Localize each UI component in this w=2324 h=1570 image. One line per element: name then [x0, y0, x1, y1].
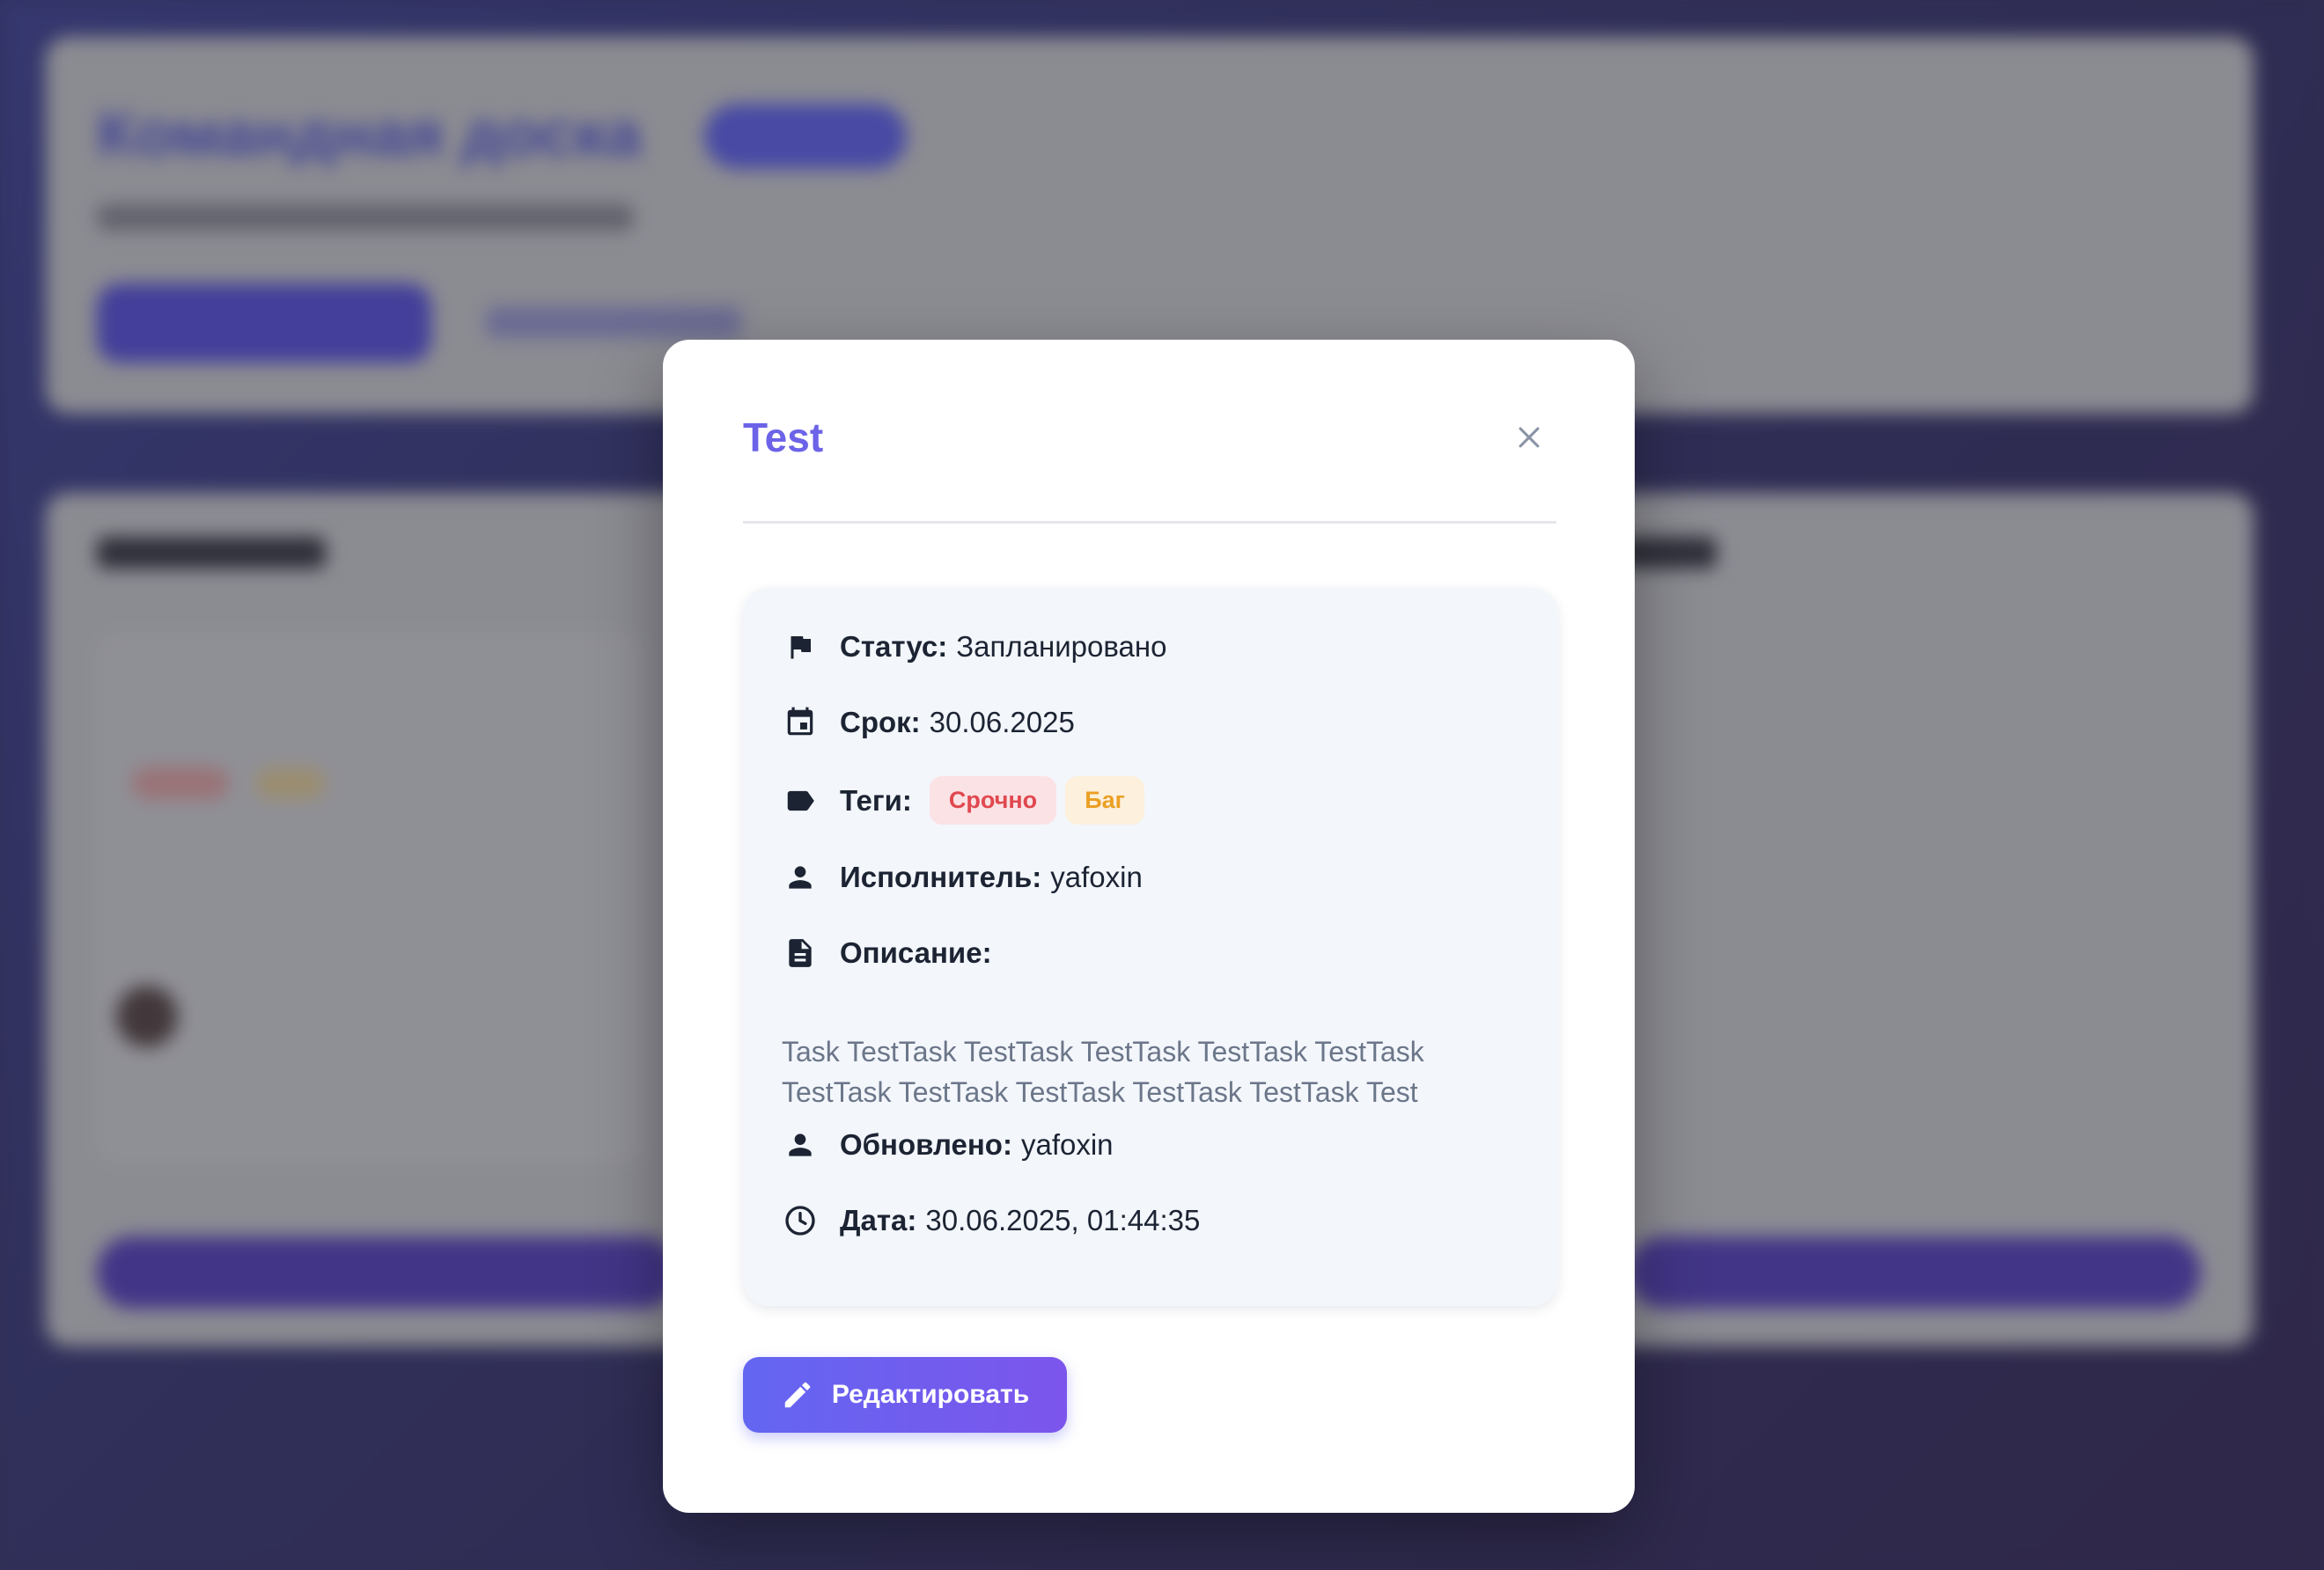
clock-icon	[782, 1202, 819, 1239]
status-value: Запланировано	[956, 630, 1167, 663]
flag-icon	[782, 628, 819, 665]
tags-label: Теги:	[840, 783, 912, 817]
updated-label: Обновлено:	[840, 1128, 1012, 1161]
pencil-icon	[781, 1378, 814, 1412]
tag-icon	[782, 782, 819, 819]
assignee-label: Исполнитель:	[840, 861, 1042, 893]
calendar-icon	[782, 704, 819, 741]
date-value: 30.06.2025, 01:44:35	[925, 1204, 1201, 1236]
status-label: Статус:	[840, 630, 948, 663]
due-row: Срок: 30.06.2025	[782, 704, 1075, 741]
edit-button-label: Редактировать	[831, 1380, 1030, 1409]
status-row: Статус: Запланировано	[782, 628, 1166, 665]
due-label: Срок:	[840, 706, 921, 738]
tag-bug[interactable]: Баг	[1065, 776, 1144, 825]
close-button[interactable]	[1502, 410, 1556, 465]
modal-title: Test	[743, 415, 824, 460]
tags-row: Теги: Срочно Баг	[782, 776, 1144, 825]
person-icon	[782, 859, 819, 896]
assignee-row: Исполнитель: yafoxin	[782, 859, 1143, 896]
date-label: Дата:	[840, 1204, 917, 1236]
close-icon	[1514, 422, 1544, 452]
task-info-card: Статус: Запланировано Срок: 30.06.2025 Т…	[743, 588, 1558, 1306]
tag-urgent[interactable]: Срочно	[929, 776, 1057, 825]
modal-header: Test	[743, 410, 1556, 524]
document-icon	[782, 935, 819, 972]
description-label: Описание:	[840, 936, 992, 969]
due-value: 30.06.2025	[929, 706, 1075, 738]
assignee-value: yafoxin	[1050, 861, 1143, 893]
edit-button[interactable]: Редактировать	[743, 1357, 1067, 1433]
description-text: Task TestTask TestTask TestTask TestTask…	[782, 1036, 1424, 1108]
task-details-modal: Test Статус: Запланировано Срок: 30.06.2…	[663, 340, 1635, 1513]
updated-row: Обновлено: yafoxin	[782, 1126, 1114, 1163]
description-row: Описание:	[782, 935, 1001, 972]
date-row: Дата: 30.06.2025, 01:44:35	[782, 1202, 1200, 1239]
updated-value: yafoxin	[1020, 1128, 1114, 1161]
person-icon	[782, 1126, 819, 1163]
